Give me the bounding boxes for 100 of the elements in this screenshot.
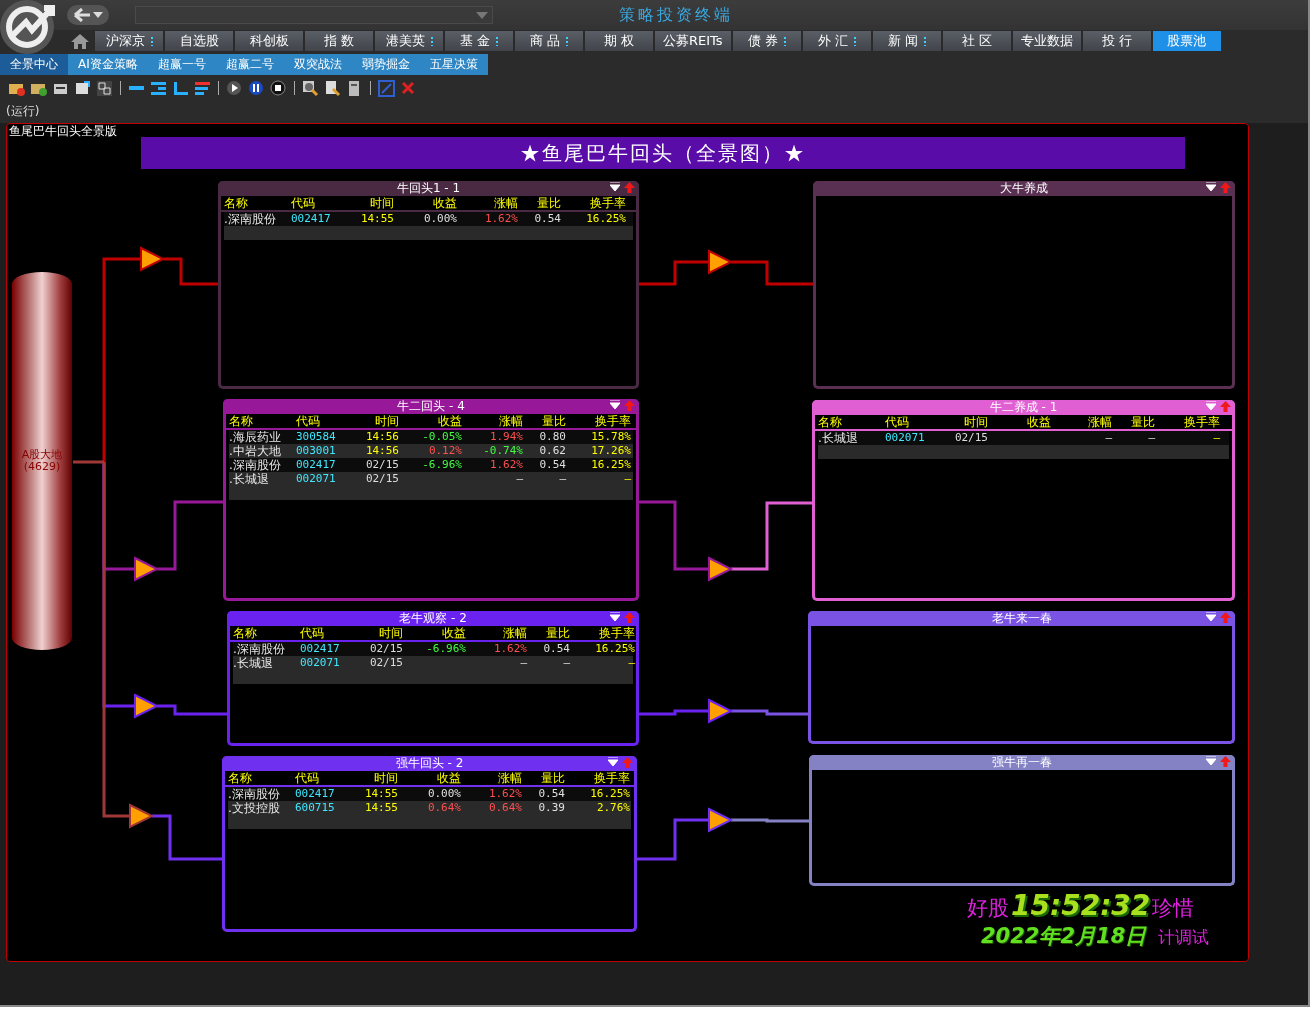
ratio-cell: — <box>1148 431 1155 445</box>
column-header: 代码 <box>300 626 325 640</box>
turnover-cell: 2.76% <box>596 801 630 815</box>
up-arrow-icon[interactable] <box>1220 182 1231 193</box>
strategy-tab[interactable]: 超赢二号 <box>215 54 284 75</box>
menu-tab[interactable]: 专业数据 <box>1011 30 1082 52</box>
panel-title: 大牛养成 <box>1000 180 1048 197</box>
stock-name[interactable]: .深南股份 <box>224 212 288 226</box>
ratio-cell: 0.54 <box>538 787 565 801</box>
yield-cell: 0.64% <box>427 801 461 815</box>
resize-icon[interactable] <box>96 79 113 97</box>
pause-icon[interactable] <box>248 79 265 97</box>
caret-icon <box>93 12 103 18</box>
stock-code: 002071 <box>296 472 337 486</box>
column-header: 量比 <box>546 626 570 640</box>
filter-icon[interactable] <box>610 612 620 622</box>
stock-code: 002417 <box>295 787 336 801</box>
document-search-icon[interactable] <box>324 79 341 97</box>
stock-name[interactable]: .长城退 <box>818 431 882 445</box>
column-header: 量比 <box>542 414 566 428</box>
column-header: 代码 <box>296 414 321 428</box>
strategy-tab[interactable]: 全景中心 <box>0 54 68 75</box>
stock-name[interactable]: .深南股份 <box>229 458 293 472</box>
search-icon[interactable] <box>302 79 319 97</box>
ratio-cell: — <box>563 656 570 670</box>
signal-triangle-icon <box>134 556 160 582</box>
time-cell: 02/15 <box>954 431 988 445</box>
striped-bars-icon[interactable] <box>194 79 211 97</box>
menu-tab[interactable]: 商 品 <box>514 30 584 52</box>
back-button[interactable] <box>67 5 109 25</box>
signal-triangle-icon <box>708 556 734 582</box>
strategy-tab[interactable]: AI资金策略 <box>68 54 148 75</box>
stock-code: 002071 <box>300 656 341 670</box>
stock-name[interactable]: .深南股份 <box>228 787 292 801</box>
strategy-tab[interactable]: 弱势掘金 <box>351 54 420 75</box>
status-text: (运行) <box>5 103 40 119</box>
column-header: 代码 <box>295 771 320 785</box>
home-icon[interactable] <box>71 33 89 49</box>
filter-icon[interactable] <box>610 182 620 192</box>
menu-tab[interactable]: 新 闻 <box>871 30 942 52</box>
close-icon[interactable] <box>400 79 417 97</box>
clock-date: 2022年2月18日 <box>981 923 1147 950</box>
stock-name[interactable]: .深南股份 <box>233 642 297 656</box>
strategy-tab[interactable]: 超赢一号 <box>147 54 216 75</box>
menu-tab[interactable]: 外 汇 <box>801 30 872 52</box>
menu-tab[interactable]: 沪深京 <box>94 30 164 52</box>
column-header: 涨幅 <box>494 196 518 210</box>
menu-tab[interactable]: 科创板 <box>234 30 304 52</box>
column-header: 换手率 <box>595 414 631 428</box>
turnover-cell: 16.25% <box>586 212 626 226</box>
yield-cell: -0.05% <box>422 430 462 444</box>
stock-name[interactable]: .长城退 <box>229 472 293 486</box>
align-bottom-icon[interactable] <box>172 79 189 97</box>
expand-icon[interactable] <box>378 79 395 97</box>
stock-name[interactable]: .海辰药业 <box>229 430 293 444</box>
menu-tab[interactable]: 港美英 <box>374 30 444 52</box>
change-cell: — <box>520 656 527 670</box>
change-cell: 1.62% <box>488 787 522 801</box>
stop-icon[interactable] <box>270 79 287 97</box>
column-header: 换手率 <box>1184 415 1220 429</box>
column-header: 收益 <box>438 414 462 428</box>
column-header: 名称 <box>228 771 253 785</box>
column-header: 收益 <box>1027 415 1051 429</box>
time-cell: 02/15 <box>365 472 399 486</box>
change-cell: 1.62% <box>484 212 518 226</box>
turnover-cell: — <box>1213 431 1220 445</box>
filter-icon[interactable] <box>608 757 618 767</box>
turnover-cell: 15.78% <box>591 430 631 444</box>
filter-icon[interactable] <box>1206 182 1216 192</box>
menu-tab[interactable]: 公募REITs <box>654 30 732 52</box>
signal-triangle-icon <box>708 807 734 833</box>
turnover-cell: 16.25% <box>590 787 630 801</box>
stock-name[interactable]: .文投控股 <box>228 801 292 815</box>
strategy-tab[interactable]: 五星决策 <box>419 54 488 75</box>
menu-tab[interactable]: 社 区 <box>941 30 1012 52</box>
caret-icon <box>476 11 488 19</box>
strategy-tab[interactable]: 双突战法 <box>283 54 352 75</box>
menu-tab[interactable]: 投 行 <box>1081 30 1152 52</box>
stock-code: 002417 <box>296 458 337 472</box>
panel-title: 强牛回头 - 2 <box>395 755 464 772</box>
column-header: 名称 <box>224 196 249 210</box>
ratio-cell: 0.39 <box>538 801 565 815</box>
filter-icon[interactable] <box>610 400 620 410</box>
menu-tab[interactable]: 债 券 <box>731 30 802 52</box>
column-header: 换手率 <box>594 771 630 785</box>
menu-tab[interactable]: 期 权 <box>584 30 654 52</box>
export-icon[interactable] <box>74 79 91 97</box>
menu-tab[interactable]: 指 数 <box>304 30 374 52</box>
stock-name[interactable]: .长城退 <box>233 656 297 670</box>
stock-name[interactable]: .中岩大地 <box>229 444 293 458</box>
menu-tab[interactable]: 基 金 <box>444 30 514 52</box>
yield-cell: 0.00% <box>427 787 461 801</box>
ratio-cell: 0.80 <box>539 430 566 444</box>
motto-text: 珍惜 <box>1152 895 1195 922</box>
play-icon[interactable] <box>226 79 243 97</box>
up-arrow-icon[interactable] <box>624 182 635 193</box>
menu-tab[interactable]: 自选股 <box>164 30 234 52</box>
signal-triangle-icon <box>129 803 155 829</box>
align-right-icon[interactable] <box>150 79 167 97</box>
connector-line <box>639 260 709 286</box>
